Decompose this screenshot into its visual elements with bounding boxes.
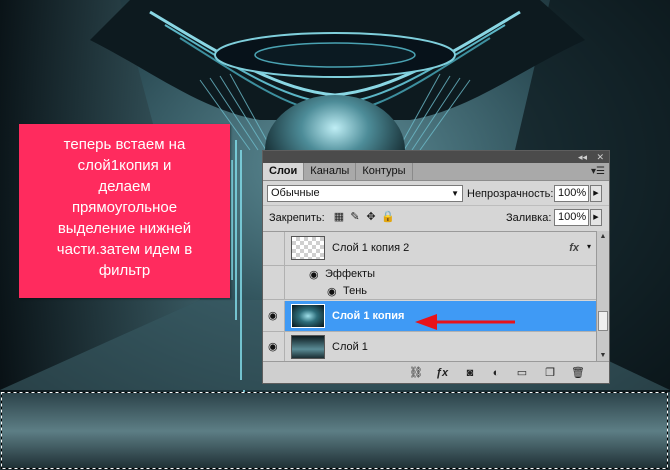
- opacity-stepper-icon[interactable]: ▶: [590, 185, 602, 202]
- layer-row[interactable]: Слой 1 копия 2 fx ▾: [263, 232, 597, 266]
- layer-thumbnail: [291, 236, 325, 260]
- layer-row[interactable]: ◉ Слой 1: [263, 332, 597, 363]
- eye-icon[interactable]: ◉: [327, 285, 337, 298]
- effect-shadow-row[interactable]: ◉ Тень: [263, 283, 597, 300]
- annotation-note: теперь встаем на слой1копия и делаем пря…: [19, 124, 230, 298]
- effects-row[interactable]: ◉ Эффекты: [263, 266, 597, 283]
- lock-row: Закрепить: ▦ ✎ ✥ 🔒 Заливка: 100% ▶: [263, 205, 609, 229]
- blend-mode-value: Обычные: [271, 187, 320, 199]
- fill-stepper-icon[interactable]: ▶: [590, 209, 602, 226]
- close-panel-icon[interactable]: ✕: [596, 152, 604, 162]
- visibility-toggle[interactable]: ◉: [263, 301, 285, 331]
- link-icon[interactable]: ⛓: [409, 366, 423, 380]
- lock-position-icon[interactable]: ✥: [365, 211, 377, 223]
- visibility-toggle[interactable]: [263, 232, 285, 265]
- shadow-label: Тень: [343, 285, 368, 297]
- collapse-icon[interactable]: ◂◂: [578, 152, 587, 162]
- panel-bottom-toolbar: ⛓ ƒx ◙ ◐ ▭ ❐ 🗑: [263, 361, 609, 383]
- chevron-down-icon: ▼: [451, 189, 459, 198]
- panel-tabs: Слои Каналы Контуры ▾☰: [263, 163, 609, 181]
- adjustment-icon[interactable]: ◐: [489, 366, 503, 380]
- folder-icon[interactable]: ▭: [515, 366, 529, 380]
- scroll-thumb[interactable]: [598, 311, 608, 331]
- opacity-input[interactable]: 100%: [554, 185, 589, 202]
- scroll-up-icon[interactable]: ▲: [597, 231, 609, 243]
- blend-row: Обычные ▼ Непрозрачность: 100% ▶: [263, 181, 609, 205]
- layer-name: Слой 1 копия: [332, 310, 405, 322]
- panel-titlebar[interactable]: ◂◂ ✕: [263, 151, 609, 163]
- tab-layers[interactable]: Слои: [263, 163, 305, 180]
- panel-menu-icon[interactable]: ▾☰: [591, 166, 605, 177]
- layers-panel: ◂◂ ✕ Слои Каналы Контуры ▾☰ Обычные ▼ Не…: [262, 150, 610, 384]
- lock-transparency-icon[interactable]: ▦: [333, 211, 345, 223]
- eye-icon[interactable]: ◉: [268, 309, 278, 322]
- opacity-label: Непрозрачность:: [467, 188, 554, 200]
- effects-label: Эффекты: [325, 268, 376, 280]
- fill-input[interactable]: 100%: [554, 209, 589, 226]
- layer-thumbnail: [291, 335, 325, 359]
- new-layer-icon[interactable]: ❐: [543, 366, 557, 380]
- lock-all-icon[interactable]: 🔒: [381, 211, 395, 223]
- mask-icon[interactable]: ◙: [463, 366, 477, 380]
- effects-spacer: [263, 283, 285, 300]
- lock-label: Закрепить:: [269, 212, 325, 224]
- fill-label: Заливка:: [506, 212, 552, 224]
- chevron-down-icon[interactable]: ▾: [587, 242, 591, 251]
- layer-name: Слой 1 копия 2: [332, 242, 410, 254]
- visibility-toggle[interactable]: ◉: [263, 332, 285, 362]
- tab-paths[interactable]: Контуры: [356, 163, 413, 180]
- layer-thumbnail: [291, 304, 325, 328]
- layers-scrollbar[interactable]: ▲ ▼: [596, 231, 609, 362]
- layers-list: Слой 1 копия 2 fx ▾ ◉ Эффекты ◉ Тень ◉ С…: [263, 231, 597, 363]
- fx-icon[interactable]: ƒx: [435, 366, 449, 380]
- eye-icon[interactable]: ◉: [268, 340, 278, 353]
- layer-name: Слой 1: [332, 341, 368, 353]
- trash-icon[interactable]: 🗑: [571, 366, 585, 380]
- blend-mode-select[interactable]: Обычные ▼: [267, 185, 463, 202]
- effects-spacer: [263, 266, 285, 283]
- pointer-arrow: [415, 314, 515, 330]
- tab-channels[interactable]: Каналы: [304, 163, 357, 180]
- fx-icon[interactable]: fx: [569, 242, 579, 254]
- eye-icon[interactable]: ◉: [309, 268, 319, 281]
- lock-pixels-icon[interactable]: ✎: [349, 211, 361, 223]
